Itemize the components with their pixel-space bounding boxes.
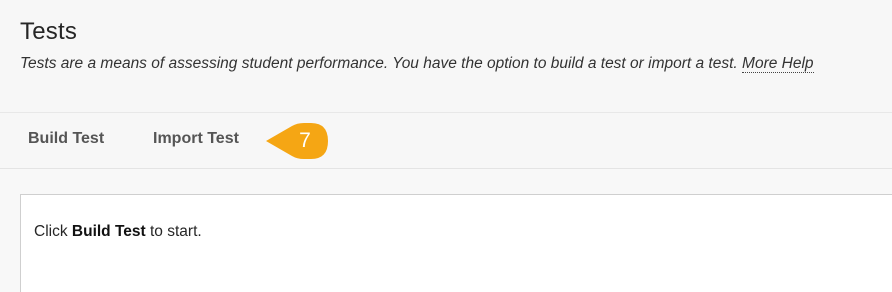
import-test-button[interactable]: Import Test <box>153 130 239 148</box>
instruction-text: Click Build Test to start. <box>34 223 202 241</box>
content-box: Click Build Test to start. <box>20 194 892 292</box>
step-7-callout-badge: 7 <box>264 122 330 160</box>
instruction-suffix: to start. <box>150 223 202 240</box>
page-header: Tests Tests are a means of assessing stu… <box>0 0 892 113</box>
description-text: Tests are a means of assessing student p… <box>20 55 738 72</box>
tests-page: Tests Tests are a means of assessing stu… <box>0 0 892 292</box>
page-description: Tests are a means of assessing student p… <box>20 55 814 73</box>
page-title: Tests <box>20 18 78 45</box>
instruction-prefix: Click <box>34 223 68 240</box>
step-number: 7 <box>299 129 311 152</box>
content-area: Click Build Test to start. <box>0 169 892 292</box>
action-bar: Build Test Import Test <box>0 113 892 169</box>
instruction-bold: Build Test <box>71 223 146 240</box>
more-help-link[interactable]: More Help <box>742 55 814 73</box>
build-test-button[interactable]: Build Test <box>28 130 104 148</box>
